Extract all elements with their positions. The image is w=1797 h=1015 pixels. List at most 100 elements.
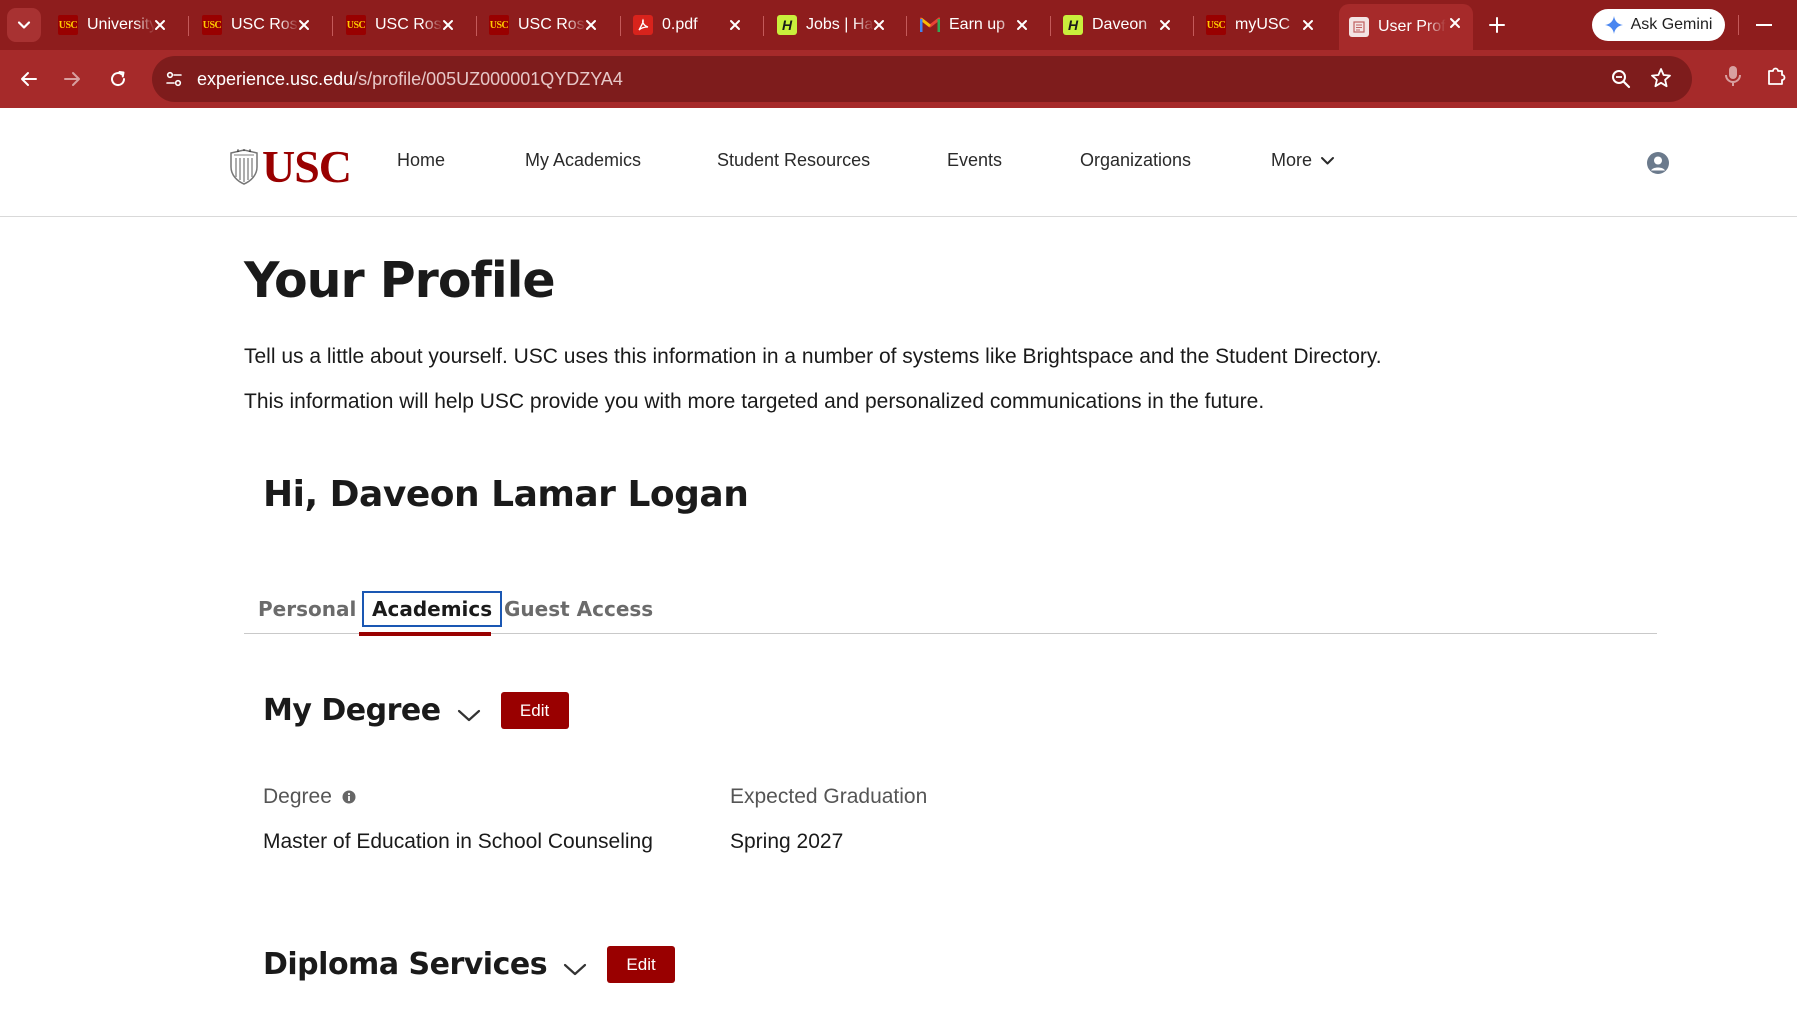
browser-tab[interactable]: USC USC Roster xyxy=(489,6,609,44)
close-icon[interactable] xyxy=(725,15,745,35)
graduation-value: Spring 2027 xyxy=(730,830,844,853)
browser-toolbar: experience.usc.edu/s/profile/005UZ000001… xyxy=(0,50,1797,108)
ask-gemini-label: Ask Gemini xyxy=(1630,16,1713,33)
handshake-icon: H xyxy=(777,15,797,35)
page-icon xyxy=(1349,17,1369,37)
gemini-icon xyxy=(1604,16,1623,34)
usc-icon: USC xyxy=(346,15,366,35)
reload-button[interactable] xyxy=(102,63,134,95)
tab-separator xyxy=(476,16,477,36)
edit-degree-button[interactable]: Edit xyxy=(500,692,569,729)
site-settings-icon[interactable] xyxy=(162,67,186,91)
close-icon[interactable] xyxy=(1445,13,1465,33)
nav-my-academics[interactable]: My Academics xyxy=(525,150,641,171)
browser-tab-strip: USC University USC USC Roster USC USC Ro… xyxy=(0,0,1797,50)
toolbar-divider xyxy=(1738,15,1739,35)
close-icon[interactable] xyxy=(1298,15,1318,35)
graduation-label: Expected Graduation xyxy=(730,785,928,808)
tab-separator xyxy=(1193,16,1194,36)
tab-title: Jobs | Handshake xyxy=(806,16,874,33)
browser-tab[interactable]: USC myUSC xyxy=(1206,6,1326,44)
address-bar[interactable]: experience.usc.edu/s/profile/005UZ000001… xyxy=(152,56,1692,102)
nav-events[interactable]: Events xyxy=(947,150,1002,171)
profile-tabs: Personal Academics Guest Access xyxy=(244,588,1657,636)
tab-search-button[interactable] xyxy=(7,8,41,42)
browser-tab[interactable]: USC USC Roster xyxy=(346,6,466,44)
bookmark-star-icon[interactable] xyxy=(1650,67,1672,89)
plus-icon xyxy=(1489,17,1505,33)
usc-icon: USC xyxy=(58,15,78,35)
tab-guest-access[interactable]: Guest Access xyxy=(504,591,653,627)
browser-tab[interactable]: H Jobs | Handshake xyxy=(777,6,897,44)
back-button[interactable] xyxy=(13,63,45,95)
tab-title: myUSC xyxy=(1235,16,1291,33)
close-icon[interactable] xyxy=(581,15,601,35)
browser-tab[interactable]: 0.pdf xyxy=(633,6,753,44)
info-icon[interactable] xyxy=(342,790,356,804)
usc-logo[interactable]: USC xyxy=(229,141,352,192)
tab-title: 0.pdf xyxy=(662,16,698,33)
close-icon[interactable] xyxy=(1012,15,1032,35)
pdf-icon xyxy=(633,15,653,35)
section-title: Diploma Services xyxy=(263,947,548,982)
url-host: experience.usc.edu xyxy=(197,69,354,89)
tab-separator xyxy=(763,16,764,36)
usc-wordmark: USC xyxy=(262,141,352,192)
tab-title: USC Roster xyxy=(375,16,443,33)
url-text[interactable]: experience.usc.edu/s/profile/005UZ000001… xyxy=(197,69,623,90)
tab-title: USC Roster xyxy=(518,16,586,33)
close-icon[interactable] xyxy=(150,15,170,35)
chevron-down-icon[interactable] xyxy=(563,963,587,977)
reload-icon xyxy=(111,71,126,87)
degree-label-text: Degree xyxy=(263,785,332,808)
close-icon[interactable] xyxy=(1155,15,1175,35)
close-icon[interactable] xyxy=(869,15,889,35)
browser-tab[interactable]: USC USC Roster xyxy=(202,6,322,44)
tab-separator xyxy=(906,16,907,36)
tab-academics[interactable]: Academics xyxy=(362,591,503,627)
arrow-right-icon xyxy=(64,72,80,86)
usc-icon: USC xyxy=(202,15,222,35)
minimize-window-button[interactable] xyxy=(1756,24,1772,26)
usc-icon: USC xyxy=(1206,15,1226,35)
ask-gemini-button[interactable]: Ask Gemini xyxy=(1592,9,1725,41)
tab-title: University xyxy=(87,16,155,33)
tab-separator xyxy=(1050,16,1051,36)
new-tab-button[interactable] xyxy=(1482,10,1512,40)
nav-student-resources[interactable]: Student Resources xyxy=(717,150,870,171)
tab-separator xyxy=(332,16,333,36)
tab-separator xyxy=(620,16,621,36)
browser-tab[interactable]: H Daveon xyxy=(1063,6,1183,44)
user-greeting: Hi, Daveon Lamar Logan xyxy=(263,474,749,515)
edit-diploma-button[interactable]: Edit xyxy=(607,946,676,983)
browser-tab[interactable]: USC University xyxy=(58,6,178,44)
chevron-down-icon[interactable] xyxy=(457,709,481,723)
intro-text: This information will help USC provide y… xyxy=(244,390,1265,413)
zoom-icon[interactable] xyxy=(1610,68,1632,90)
url-path: /s/profile/005UZ000001QYDZYA4 xyxy=(353,69,623,89)
active-tab-indicator xyxy=(359,632,491,636)
site-header: USC Home My Academics Student Resources … xyxy=(0,108,1797,217)
tab-title: Daveon xyxy=(1092,16,1148,33)
browser-tab[interactable]: Earn up xyxy=(920,6,1040,44)
tab-title: User Profile xyxy=(1378,18,1446,35)
page-title: Your Profile xyxy=(244,252,556,309)
nav-organizations[interactable]: Organizations xyxy=(1080,150,1191,171)
nav-more[interactable]: More xyxy=(1271,150,1335,171)
user-account-icon[interactable] xyxy=(1646,151,1670,175)
forward-button[interactable] xyxy=(56,63,88,95)
nav-home[interactable]: Home xyxy=(397,150,445,171)
usc-icon: USC xyxy=(489,15,509,35)
arrow-left-icon xyxy=(21,72,37,86)
chevron-down-icon xyxy=(17,21,31,29)
nav-more-label: More xyxy=(1271,150,1313,170)
degree-value: Master of Education in School Counseling xyxy=(263,830,653,853)
microphone-icon[interactable] xyxy=(1723,64,1743,88)
diploma-services-section-header: Diploma Services Edit xyxy=(263,946,676,983)
browser-tab-active[interactable]: User Profile xyxy=(1339,4,1473,50)
gmail-icon xyxy=(920,15,940,35)
close-icon[interactable] xyxy=(438,15,458,35)
extensions-icon[interactable] xyxy=(1766,64,1788,86)
tab-personal[interactable]: Personal xyxy=(258,591,356,627)
close-icon[interactable] xyxy=(294,15,314,35)
